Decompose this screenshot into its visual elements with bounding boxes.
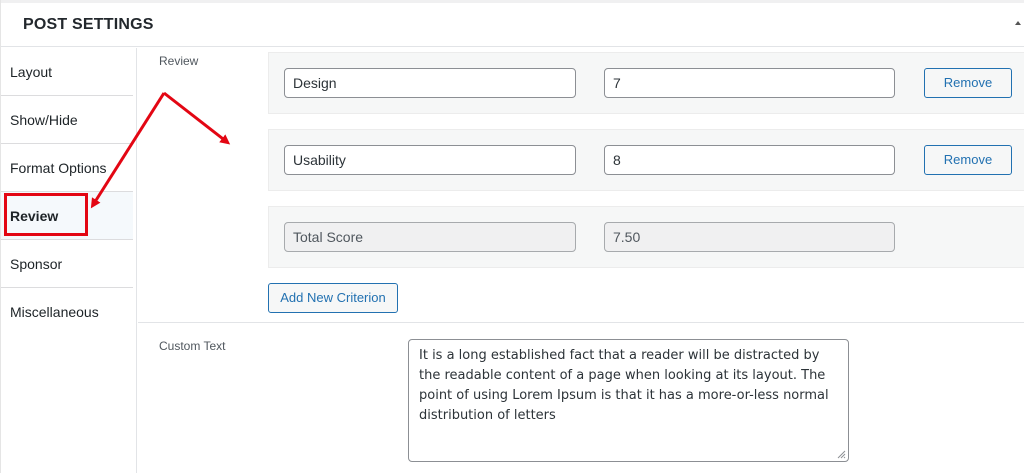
total-score-value-field: 7.50 (604, 222, 895, 252)
resize-handle-icon[interactable] (836, 449, 846, 459)
sidebar-item-sponsor[interactable]: Sponsor (1, 240, 133, 288)
panel-header[interactable]: POST SETTINGS (1, 3, 1024, 47)
remove-criterion-button[interactable]: Remove (924, 68, 1012, 98)
sidebar-item-layout[interactable]: Layout (1, 48, 133, 96)
criterion-row: Usability 8 Remove (268, 129, 1024, 191)
section-divider (138, 322, 1024, 323)
sidebar-item-format-options[interactable]: Format Options (1, 144, 133, 192)
custom-text-textarea[interactable]: It is a long established fact that a rea… (408, 339, 849, 462)
settings-sidebar: Layout Show/Hide Format Options Review S… (1, 48, 137, 473)
criterion-score-input[interactable]: 7 (604, 68, 895, 98)
criterion-score-input[interactable]: 8 (604, 145, 895, 175)
review-label: Review (159, 54, 199, 68)
custom-text-value: It is a long established fact that a rea… (419, 348, 829, 423)
add-new-criterion-button[interactable]: Add New Criterion (268, 283, 398, 313)
post-settings-panel: POST SETTINGS Layout Show/Hide Format Op… (0, 0, 1024, 473)
total-score-label-field: Total Score (284, 222, 576, 252)
collapse-up-icon[interactable] (1015, 21, 1021, 25)
sidebar-item-show-hide[interactable]: Show/Hide (1, 96, 133, 144)
criterion-name-input[interactable]: Usability (284, 145, 576, 175)
criterion-row: Design 7 Remove (268, 52, 1024, 114)
sidebar-item-miscellaneous[interactable]: Miscellaneous (1, 288, 133, 336)
remove-criterion-button[interactable]: Remove (924, 145, 1012, 175)
total-score-row: Total Score 7.50 (268, 206, 1024, 268)
custom-text-label: Custom Text (159, 339, 226, 353)
panel-title: POST SETTINGS (23, 16, 154, 33)
review-highlight-box (4, 193, 88, 236)
settings-main: Review Design 7 Remove Usability 8 Remov… (138, 48, 1024, 473)
criterion-name-input[interactable]: Design (284, 68, 576, 98)
